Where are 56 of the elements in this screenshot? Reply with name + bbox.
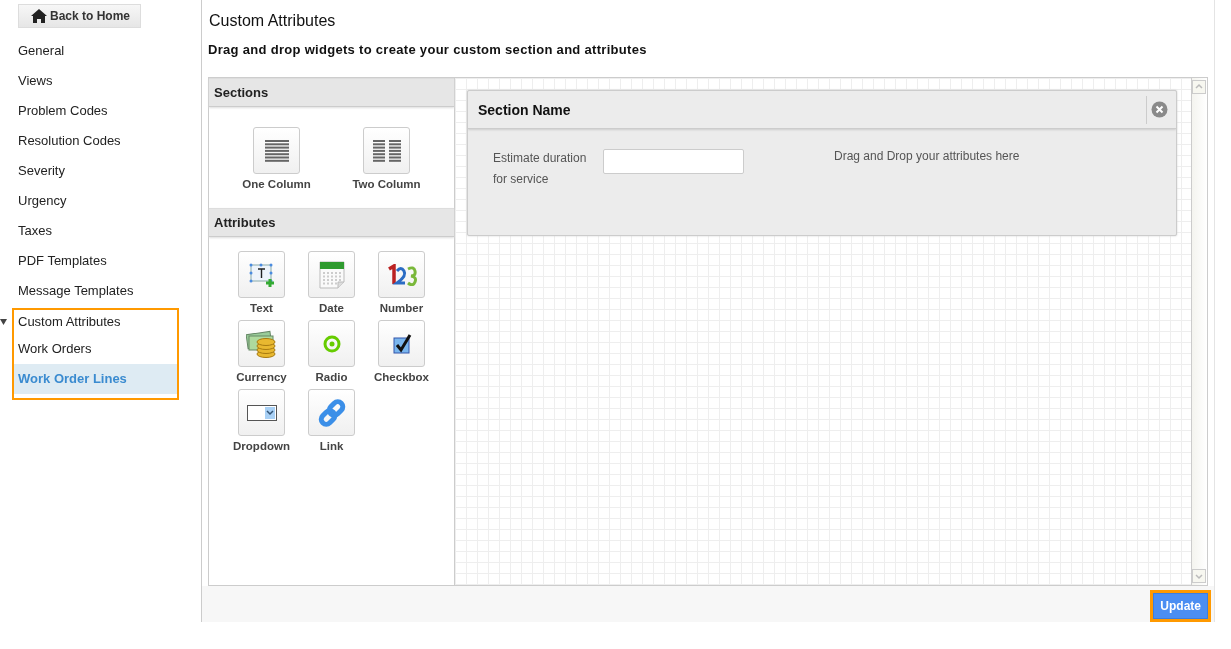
- widget-label: Date: [319, 302, 344, 314]
- widget-label: Dropdown: [233, 440, 290, 452]
- widget-label: Currency: [236, 371, 287, 383]
- coins-icon: [245, 329, 278, 358]
- checkbox-icon: [391, 333, 412, 354]
- widget-tile[interactable]: [308, 320, 355, 367]
- widget-tile[interactable]: [238, 251, 285, 298]
- widget-tile[interactable]: [253, 127, 300, 174]
- sidebar-item[interactable]: Urgency: [0, 186, 201, 216]
- sidebar-item[interactable]: Work Orders: [14, 334, 177, 364]
- home-icon: [31, 9, 47, 23]
- sidebar-item[interactable]: Taxes: [0, 216, 201, 246]
- panel-header: Attributes: [209, 208, 454, 237]
- widget-tile[interactable]: [363, 127, 410, 174]
- section-title: Section Name: [478, 101, 572, 118]
- widget-label: Radio: [315, 371, 348, 383]
- numbers-icon: [385, 263, 418, 286]
- radio-icon: [322, 334, 341, 353]
- chain-link-icon: [317, 398, 346, 427]
- widget-label: Link: [319, 440, 344, 452]
- field-label: Estimate duration for service: [493, 150, 588, 188]
- sidebar-item[interactable]: General: [0, 36, 201, 66]
- widget-tile[interactable]: [238, 389, 285, 436]
- dropdown-icon: [246, 404, 277, 421]
- duration-input-field[interactable]: [603, 149, 744, 174]
- one-column-icon: [263, 138, 290, 163]
- scroll-up-icon[interactable]: [1192, 80, 1206, 94]
- sidebar-item[interactable]: Severity: [0, 156, 201, 186]
- sidebar-item[interactable]: PDF Templates: [0, 246, 201, 276]
- scroll-down-icon[interactable]: [1192, 569, 1206, 583]
- back-to-home-button[interactable]: Back to Home: [18, 4, 142, 28]
- widget-label: Two Column: [352, 178, 421, 190]
- page-title: Custom Attributes: [209, 12, 337, 30]
- page-subtitle: Drag and drop widgets to create your custom section and attributes: [208, 42, 648, 57]
- scrollbar[interactable]: [1191, 78, 1207, 585]
- sidebar-item[interactable]: Custom Attributes: [14, 310, 177, 334]
- widget-label: Number: [379, 302, 424, 314]
- sidebar-item[interactable]: Problem Codes: [0, 96, 201, 126]
- widget-tile[interactable]: [238, 320, 285, 367]
- widget-label: Text: [250, 302, 273, 314]
- panel-header: Sections: [209, 78, 454, 107]
- text-box-icon: [247, 261, 276, 288]
- close-icon[interactable]: [1151, 101, 1168, 118]
- expanded-triangle-icon[interactable]: [0, 319, 7, 325]
- widget-label: One Column: [242, 178, 311, 190]
- sidebar-item[interactable]: Views: [0, 66, 201, 96]
- two-column-icon: [371, 138, 402, 163]
- sidebar-item[interactable]: Resolution Codes: [0, 126, 201, 156]
- sidebar-item[interactable]: Message Templates: [0, 276, 201, 306]
- widget-label: Checkbox: [374, 371, 429, 383]
- calendar-icon: [317, 259, 346, 290]
- drop-hint: Drag and Drop your attributes here: [834, 149, 1020, 165]
- widget-tile[interactable]: [308, 251, 355, 298]
- widget-tile[interactable]: [378, 320, 425, 367]
- widget-tile[interactable]: [378, 251, 425, 298]
- widget-tile[interactable]: [308, 389, 355, 436]
